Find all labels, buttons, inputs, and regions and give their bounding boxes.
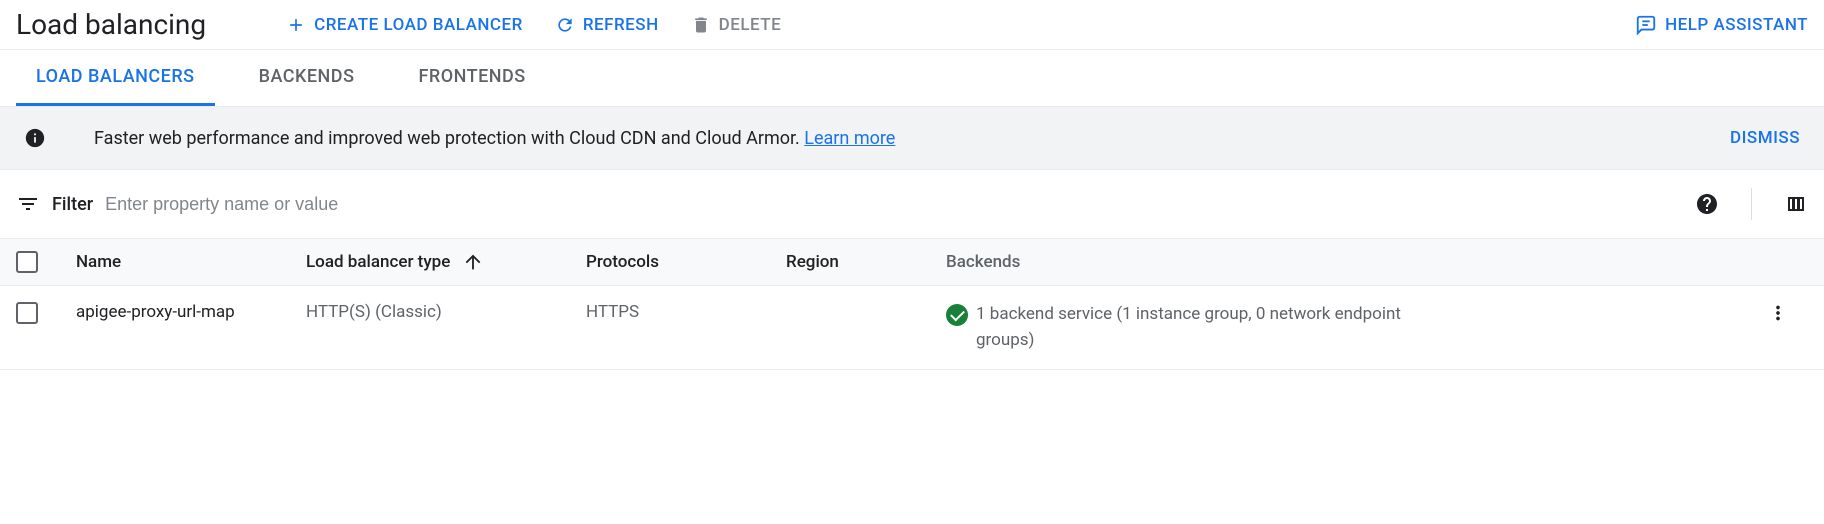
- learn-more-link[interactable]: Learn more: [804, 128, 895, 149]
- more-actions-icon[interactable]: [1767, 302, 1789, 324]
- tabs: LOAD BALANCERS BACKENDS FRONTENDS: [0, 50, 1824, 107]
- row-backends: 1 backend service (1 instance group, 0 n…: [946, 302, 1748, 353]
- create-label: CREATE LOAD BALANCER: [314, 15, 523, 35]
- banner-text: Faster web performance and improved web …: [94, 128, 1682, 149]
- trash-icon: [691, 15, 711, 35]
- status-ok-icon: [946, 304, 968, 326]
- help-label: HELP ASSISTANT: [1665, 15, 1808, 35]
- table-header: Name Load balancer type Protocols Region…: [0, 238, 1824, 286]
- tab-frontends[interactable]: FRONTENDS: [398, 50, 545, 106]
- refresh-label: REFRESH: [583, 15, 659, 35]
- refresh-button[interactable]: REFRESH: [555, 15, 659, 35]
- help-assistant-button[interactable]: HELP ASSISTANT: [1635, 14, 1808, 36]
- info-banner: Faster web performance and improved web …: [0, 107, 1824, 170]
- filter-input[interactable]: [105, 194, 1683, 215]
- row-checkbox[interactable]: [16, 302, 38, 324]
- column-type[interactable]: Load balancer type: [306, 251, 586, 273]
- tab-load-balancers[interactable]: LOAD BALANCERS: [16, 50, 215, 106]
- filter-icon: [16, 192, 40, 216]
- column-backends[interactable]: Backends: [946, 252, 1748, 272]
- select-all-checkbox[interactable]: [16, 251, 38, 273]
- plus-icon: [286, 15, 306, 35]
- delete-button[interactable]: DELETE: [691, 15, 782, 35]
- sort-ascending-icon: [462, 251, 484, 273]
- chat-icon: [1635, 14, 1657, 36]
- column-name[interactable]: Name: [76, 252, 306, 272]
- columns-icon[interactable]: [1784, 192, 1808, 216]
- delete-label: DELETE: [719, 15, 782, 35]
- column-region[interactable]: Region: [786, 252, 946, 272]
- page-title: Load balancing: [16, 8, 206, 41]
- dismiss-button[interactable]: DISMISS: [1730, 128, 1800, 148]
- column-protocols[interactable]: Protocols: [586, 252, 786, 272]
- table-row: apigee-proxy-url-map HTTP(S) (Classic) H…: [0, 286, 1824, 370]
- row-name[interactable]: apigee-proxy-url-map: [76, 302, 306, 322]
- row-protocols: HTTPS: [586, 302, 786, 322]
- info-icon: [24, 127, 46, 149]
- help-icon[interactable]: [1695, 192, 1719, 216]
- row-type: HTTP(S) (Classic): [306, 302, 586, 322]
- refresh-icon: [555, 15, 575, 35]
- filter-bar: Filter: [0, 170, 1824, 238]
- create-load-balancer-button[interactable]: CREATE LOAD BALANCER: [286, 15, 523, 35]
- tab-backends[interactable]: BACKENDS: [239, 50, 375, 106]
- filter-label: Filter: [52, 194, 93, 215]
